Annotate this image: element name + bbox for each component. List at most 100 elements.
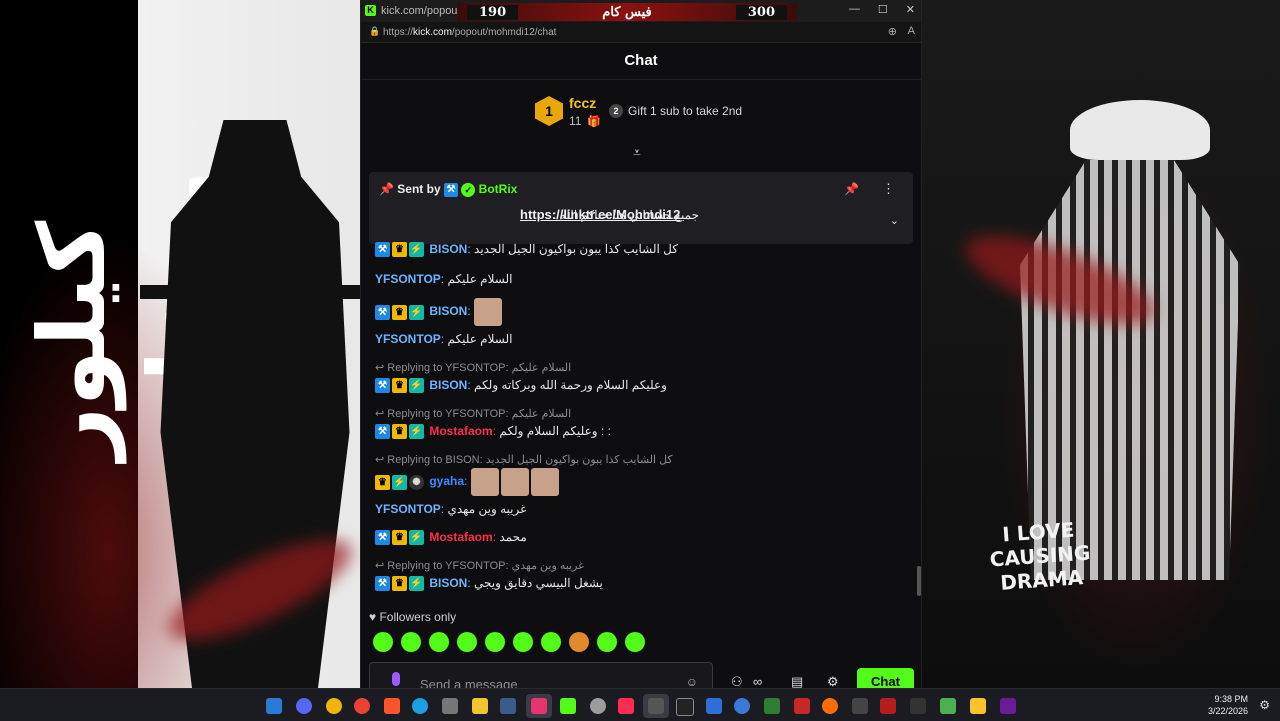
kick-icon[interactable] <box>560 698 576 714</box>
emote-button[interactable] <box>625 632 645 652</box>
chat-input[interactable]: Send a message ☺ <box>369 662 713 688</box>
app-icon[interactable] <box>442 698 458 714</box>
wallpaper-left: كيلور روخاس <box>0 0 360 688</box>
shield-icon[interactable] <box>706 698 722 714</box>
chat-message: ⚒ ♛ ⚡ BISON: <box>375 298 504 326</box>
chat-username[interactable]: Mostafaom <box>429 424 492 438</box>
leader-username[interactable]: fccz <box>569 95 596 111</box>
chat-message: ⚒ ♛ ⚡ BISON: وعليكم السلام ورحمة الله وبرك… <box>375 378 667 394</box>
taskbar: 9:38 PM 3/22/2026 ⚙ <box>0 688 1280 721</box>
reply-context[interactable]: ↩ Replying to YFSONTOP: السلام عليكم <box>375 407 571 420</box>
read-aloud-icon[interactable]: A <box>908 25 915 37</box>
verified-badge-icon: ✓ <box>461 182 476 197</box>
tiktok-icon[interactable] <box>618 698 634 714</box>
quick-emote-bar <box>373 632 645 652</box>
emote-button[interactable] <box>541 632 561 652</box>
emote-button[interactable] <box>373 632 393 652</box>
start-menu-icon[interactable] <box>266 698 282 714</box>
chat-username[interactable]: BISON <box>429 576 467 590</box>
url-text[interactable]: https://kick.com/popout/mohmdi12/chat <box>383 27 556 38</box>
score-left: 190 <box>467 4 519 20</box>
pinned-link[interactable]: https://linktr.ee/Mohmdi12 <box>520 207 680 222</box>
app-icon[interactable] <box>648 698 664 714</box>
subscriber-badge-icon: ⚡ <box>409 424 424 440</box>
chat-input-placeholder: Send a message <box>420 677 518 688</box>
unpin-icon[interactable]: 📌 <box>844 182 859 196</box>
app-icon[interactable] <box>590 698 606 714</box>
brave-icon[interactable] <box>384 698 400 714</box>
chevron-down-icon[interactable]: ⌄ <box>890 214 899 227</box>
notification-icon[interactable]: ⚙ <box>1259 698 1270 712</box>
reply-context[interactable]: ↩ Replying to YFSONTOP: السلام عليكم <box>375 361 571 374</box>
app-icon[interactable] <box>910 698 926 714</box>
chat-text: كل الشايب كذا يبون بواكيون الجيل الجديد <box>474 242 678 256</box>
emote-button[interactable] <box>429 632 449 652</box>
reply-text: السلام عليكم <box>511 362 572 374</box>
chat-app-icon[interactable] <box>326 698 342 714</box>
vip-badge-icon: ♛ <box>392 530 407 546</box>
app-icon[interactable] <box>852 698 868 714</box>
chat-username[interactable]: gyaha <box>429 474 464 488</box>
chat-username[interactable]: BISON <box>429 242 467 256</box>
gear-icon[interactable]: ⚙ <box>827 674 839 688</box>
app-icon[interactable] <box>822 698 838 714</box>
reply-icon: ↩ <box>375 454 385 466</box>
emote-button[interactable] <box>401 632 421 652</box>
chat-scrollbar[interactable] <box>917 566 921 596</box>
file-explorer-icon[interactable] <box>472 698 488 714</box>
app-icon[interactable] <box>734 698 750 714</box>
app-icon[interactable] <box>880 698 896 714</box>
emote-button[interactable] <box>485 632 505 652</box>
chat-username[interactable]: YFSONTOP <box>375 502 441 516</box>
gift-leaderboard: 1 fccz 11 🎁 2 Gift 1 sub to take 2nd <box>361 92 921 132</box>
reply-context[interactable]: ↩ Replying to BISON: كل الشايب كذا يبون … <box>375 453 673 466</box>
app-icon[interactable] <box>764 698 780 714</box>
gift-sub-cta[interactable]: Gift 1 sub to take 2nd <box>628 104 742 118</box>
window-titlebar[interactable]: K kick.com/popout/m 190 فيس كام 300 — ☐ … <box>361 0 921 22</box>
maximize-icon[interactable]: ☐ <box>878 3 888 16</box>
chrome-icon[interactable] <box>354 698 370 714</box>
app-icon[interactable] <box>794 698 810 714</box>
chat-message: ⚒ ♛ ⚡ Mostafaom: وعليكم السلام ولكم : : <box>375 424 611 440</box>
emoji-picker-icon[interactable]: ☺ <box>686 675 698 688</box>
minimize-icon[interactable]: — <box>849 3 860 16</box>
vip-badge-icon: ♛ <box>392 304 407 320</box>
system-clock[interactable]: 9:38 PM 3/22/2026 <box>1208 693 1248 717</box>
wallpaper-shirt-text: I LOVE CAUSING DRAMA <box>978 516 1103 596</box>
close-icon[interactable]: ✕ <box>906 3 915 16</box>
score-title: فيس كام <box>602 4 652 20</box>
emote-button[interactable] <box>457 632 477 652</box>
edge-icon[interactable] <box>412 698 428 714</box>
followers-only-notice: ♥ Followers only <box>369 610 456 624</box>
microphone-icon[interactable] <box>392 672 400 686</box>
minecraft-icon[interactable] <box>940 698 956 714</box>
emote-button[interactable] <box>569 632 589 652</box>
app-icon[interactable] <box>970 698 986 714</box>
app-icon[interactable] <box>1000 698 1016 714</box>
app-icon[interactable] <box>531 698 547 714</box>
collapse-leaderboard-icon[interactable]: ⩡ <box>633 144 641 161</box>
zoom-icon[interactable]: ⊕ <box>888 25 897 38</box>
send-chat-button[interactable]: Chat <box>857 668 914 688</box>
reply-context[interactable]: ↩ Replying to YFSONTOP: غريبه وين مهدي <box>375 559 584 572</box>
link-icon[interactable]: ∞ <box>753 674 762 688</box>
chat-username[interactable]: BISON <box>429 378 467 392</box>
epic-games-icon[interactable] <box>676 698 694 716</box>
more-options-icon[interactable]: ⋮ <box>882 181 895 197</box>
discord-icon[interactable] <box>296 698 312 714</box>
emote-button[interactable] <box>513 632 533 652</box>
chat-username[interactable]: BISON <box>429 304 467 318</box>
chat-username[interactable]: YFSONTOP <box>375 272 441 286</box>
user-list-icon[interactable]: ⚇ <box>731 674 743 688</box>
address-bar[interactable]: 🔒 https://kick.com/popout/mohmdi12/chat … <box>361 22 921 43</box>
pinned-sender[interactable]: BotRix <box>479 182 518 196</box>
shop-icon[interactable]: ▤ <box>791 674 803 688</box>
chat-text: السلام عليكم <box>447 272 513 286</box>
moderator-badge-icon: ⚒ <box>375 242 390 258</box>
url-host: kick.com <box>413 27 452 38</box>
emote-button[interactable] <box>597 632 617 652</box>
chat-username[interactable]: Mostafaom <box>429 530 492 544</box>
steam-icon[interactable] <box>500 698 516 714</box>
chat-username[interactable]: YFSONTOP <box>375 332 441 346</box>
lock-icon[interactable]: 🔒 <box>369 26 380 37</box>
